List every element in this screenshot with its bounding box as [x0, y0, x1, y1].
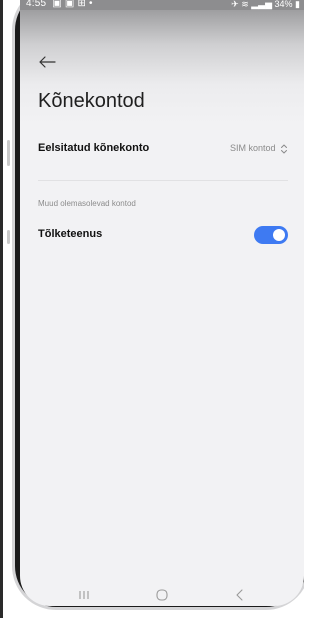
back-button[interactable]: [228, 586, 252, 604]
phone-screen: 4:55 ▣ ▣ ⊞ • ✈ ≋ ▂▃▅ 34% ▮ Kõnekontod Ee…: [20, 0, 304, 606]
default-account-label: Eelsitatud kõnekonto: [38, 142, 150, 154]
back-icon: [236, 589, 243, 601]
translation-service-toggle[interactable]: [254, 226, 288, 244]
status-time: 4:55: [26, 0, 47, 9]
translation-service-row[interactable]: Tõlketeenus: [38, 226, 288, 246]
recents-icon: [79, 591, 89, 599]
default-account-row[interactable]: Eelsitatud kõnekonto SIM kontod: [38, 142, 288, 160]
default-account-select[interactable]: SIM kontod: [230, 143, 288, 154]
toggle-knob: [273, 229, 285, 241]
notification-icons: ▣ ▣ ⊞ •: [49, 0, 93, 9]
status-time-group: 4:55 ▣ ▣ ⊞ •: [26, 0, 93, 9]
battery-percent: 34%: [274, 0, 293, 9]
recents-button[interactable]: [72, 586, 96, 604]
other-accounts-section-label: Muud olemasolevad kontod: [38, 199, 136, 208]
back-arrow-icon[interactable]: [38, 55, 56, 69]
left-bezel-strip: [0, 0, 3, 618]
status-bar: 4:55 ▣ ▣ ⊞ • ✈ ≋ ▂▃▅ 34% ▮: [20, 0, 304, 10]
status-right-group: ✈ ≋ ▂▃▅ 34% ▮: [231, 0, 300, 9]
signal-icons: ✈ ≋ ▂▃▅: [231, 0, 275, 9]
unfold-icon: [281, 144, 287, 154]
default-account-value: SIM kontod: [229, 143, 276, 153]
side-button-lower: [7, 230, 10, 244]
page-title: Kõnekontod: [38, 90, 145, 112]
home-icon: [156, 589, 168, 601]
translation-service-label: Tõlketeenus: [38, 228, 103, 240]
section-divider: [38, 180, 288, 181]
app-canvas: 4:55 ▣ ▣ ⊞ • ✈ ≋ ▂▃▅ 34% ▮ Kõnekontod Ee…: [0, 0, 304, 618]
side-button-upper: [7, 140, 10, 166]
battery-icon: ▮: [295, 0, 300, 9]
navigation-bar: [20, 578, 304, 606]
home-button[interactable]: [150, 586, 174, 604]
